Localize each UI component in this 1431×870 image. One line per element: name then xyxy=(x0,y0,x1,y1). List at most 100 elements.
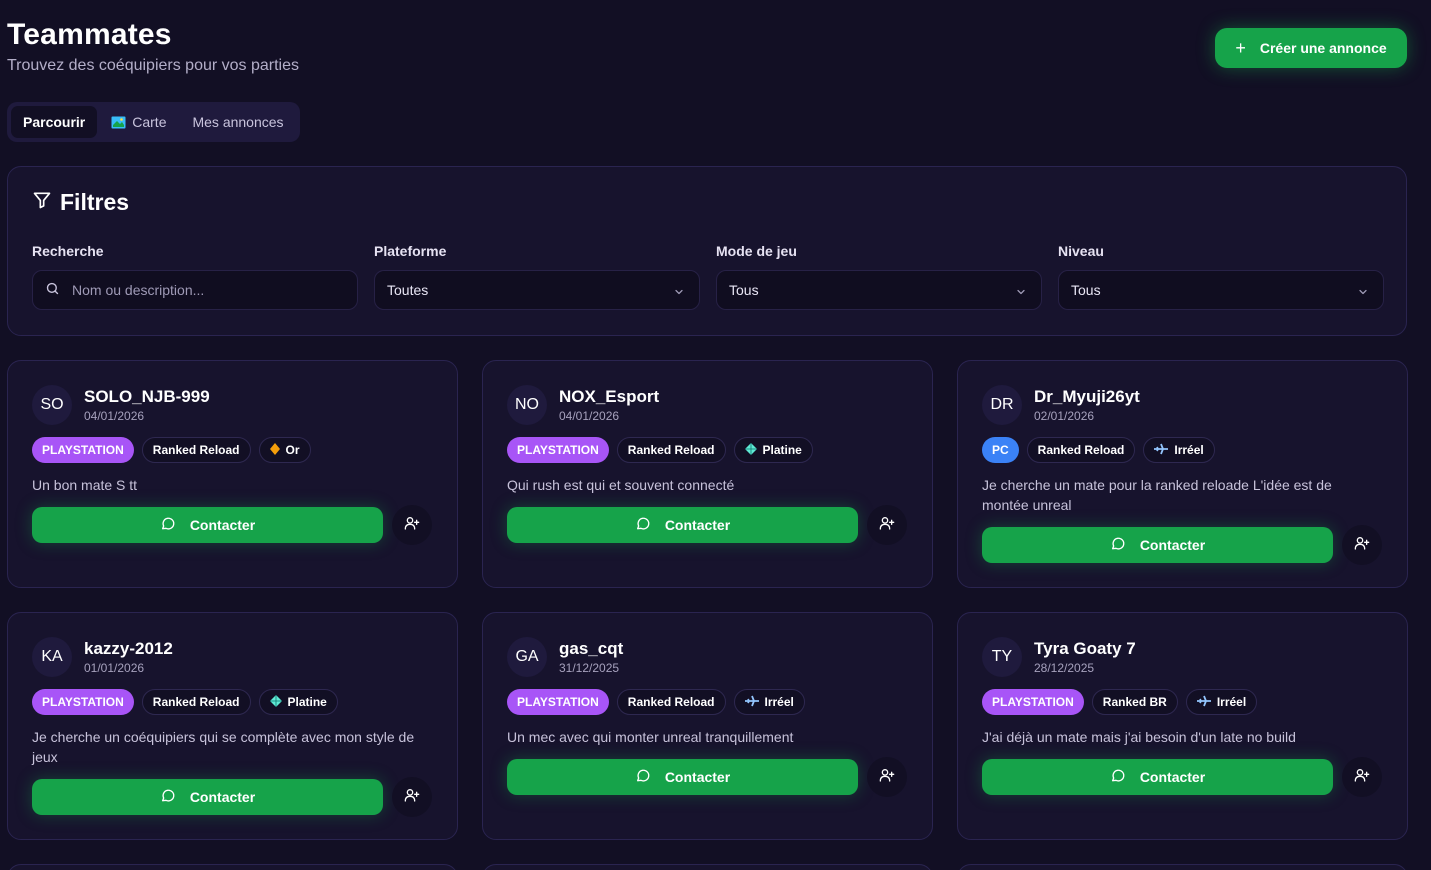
create-listing-label: Créer une annonce xyxy=(1259,40,1387,56)
contact-button[interactable]: Contacter xyxy=(982,527,1333,563)
contact-label: Contacter xyxy=(664,769,731,785)
post-date: 04/01/2026 xyxy=(559,409,620,423)
contact-button[interactable]: Contacter xyxy=(507,759,858,795)
badges: PLAYSTATION Ranked Reload Platine xyxy=(32,689,338,715)
mode-badge: Ranked Reload xyxy=(141,689,251,715)
contact-label: Contacter xyxy=(189,789,256,805)
search-icon xyxy=(45,281,60,299)
add-friend-button[interactable] xyxy=(392,777,432,817)
contact-label: Contacter xyxy=(1139,769,1206,785)
tab-carte[interactable]: Carte xyxy=(99,106,178,138)
post-date: 04/01/2026 xyxy=(84,409,145,423)
page-subtitle: Trouvez des coéquipiers pour vos parties xyxy=(7,57,299,74)
badges: PLAYSTATION Ranked Reload Or xyxy=(32,437,311,463)
contact-button[interactable]: Contacter xyxy=(982,759,1333,795)
gold-diamond-icon xyxy=(269,442,280,458)
chevron-down-icon xyxy=(1357,285,1369,301)
map-icon xyxy=(111,116,126,129)
tab-label: Carte xyxy=(132,114,167,130)
message-icon xyxy=(1110,536,1126,555)
avatar: NO xyxy=(507,385,547,425)
platform-select[interactable]: Toutes xyxy=(374,270,700,310)
teammate-card-partial xyxy=(482,864,933,870)
add-friend-button[interactable] xyxy=(1342,757,1382,797)
platine-diamond-icon xyxy=(269,694,282,710)
mode-badge: Ranked Reload xyxy=(1026,437,1136,463)
message-icon xyxy=(635,768,651,787)
avatar: SO xyxy=(32,385,72,425)
platform-badge: PLAYSTATION xyxy=(32,437,134,463)
view-tabs: Parcourir Carte Mes annonces xyxy=(7,102,300,142)
add-friend-button[interactable] xyxy=(392,505,432,545)
create-listing-button[interactable]: + Créer une annonce xyxy=(1215,28,1407,68)
platform-badge: PLAYSTATION xyxy=(507,689,609,715)
contact-button[interactable]: Contacter xyxy=(507,507,858,543)
teammate-card: DR Dr_Myuji26yt 02/01/2026 PC Ranked Rel… xyxy=(957,360,1408,588)
filter-label: Recherche xyxy=(32,243,104,259)
mode-badge: Ranked Reload xyxy=(616,689,726,715)
page-header: Teammates Trouvez des coéquipiers pour v… xyxy=(7,0,1407,102)
mode-select[interactable]: Tous xyxy=(716,270,1042,310)
mode-badge: Ranked BR xyxy=(1091,689,1178,715)
tab-mes-annonces[interactable]: Mes annonces xyxy=(180,106,295,138)
tab-parcourir[interactable]: Parcourir xyxy=(11,106,98,138)
post-date: 01/01/2026 xyxy=(84,661,145,675)
description: Je cherche un mate pour la ranked reload… xyxy=(982,477,1332,513)
filter-funnel-icon xyxy=(32,190,52,215)
rank-label: Irréel xyxy=(1216,695,1247,709)
search-field xyxy=(32,270,358,310)
contact-label: Contacter xyxy=(189,517,256,533)
rank-label: Platine xyxy=(762,443,802,457)
mode-select-value: Tous xyxy=(729,282,759,298)
filter-label: Mode de jeu xyxy=(716,243,797,259)
platform-badge: PLAYSTATION xyxy=(507,437,609,463)
message-icon xyxy=(160,788,176,807)
platform-select-value: Toutes xyxy=(387,282,429,298)
platform-badge: PC xyxy=(982,437,1019,463)
filter-mode: Mode de jeu Tous xyxy=(716,243,1042,310)
filters-panel: Filtres Recherche Plateforme Toutes xyxy=(7,166,1407,336)
rank-label: Or xyxy=(285,443,300,457)
rank-label: Irréel xyxy=(1174,443,1204,457)
mode-badge: Ranked Reload xyxy=(616,437,726,463)
user-plus-icon xyxy=(879,767,895,788)
chevron-down-icon xyxy=(673,285,685,301)
platform-badge: PLAYSTATION xyxy=(32,689,134,715)
add-friend-button[interactable] xyxy=(867,757,907,797)
message-icon xyxy=(635,516,651,535)
badges: PLAYSTATION Ranked BR Irréel xyxy=(982,689,1258,715)
filter-platform: Plateforme Toutes xyxy=(374,243,700,310)
rank-label: Platine xyxy=(287,695,327,709)
description: J'ai déjà un mate mais j'ai besoin d'un … xyxy=(982,729,1296,745)
avatar: TY xyxy=(982,637,1022,677)
irreel-plane-icon xyxy=(1154,443,1169,458)
description: Qui rush est qui et souvent connecté xyxy=(507,477,735,493)
teammate-card: SO SOLO_NJB-999 04/01/2026 PLAYSTATION R… xyxy=(7,360,458,588)
platform-badge: PLAYSTATION xyxy=(982,689,1084,715)
teammate-card: NO NOX_Esport 04/01/2026 PLAYSTATION Ran… xyxy=(482,360,933,588)
search-input[interactable] xyxy=(72,282,332,298)
teammate-card: GA gas_cqt 31/12/2025 PLAYSTATION Ranked… xyxy=(482,612,933,840)
filter-level: Niveau Tous xyxy=(1058,243,1384,310)
level-select[interactable]: Tous xyxy=(1058,270,1384,310)
filters-title: Filtres xyxy=(60,189,130,215)
contact-button[interactable]: Contacter xyxy=(32,779,383,815)
irreel-plane-icon xyxy=(744,695,759,710)
filter-search: Recherche xyxy=(32,243,358,310)
contact-button[interactable]: Contacter xyxy=(32,507,383,543)
username: Tyra Goaty 7 xyxy=(1034,639,1136,658)
tab-label: Parcourir xyxy=(23,114,86,130)
username: Dr_Myuji26yt xyxy=(1034,387,1140,406)
user-plus-icon xyxy=(404,787,420,808)
add-friend-button[interactable] xyxy=(1342,525,1382,565)
description: Un bon mate S tt xyxy=(32,477,138,493)
rank-badge: Or xyxy=(258,437,311,463)
user-plus-icon xyxy=(404,515,420,536)
badges: PC Ranked Reload Irréel xyxy=(982,437,1215,463)
add-friend-button[interactable] xyxy=(867,505,907,545)
post-date: 28/12/2025 xyxy=(1034,661,1095,675)
user-plus-icon xyxy=(879,515,895,536)
avatar: KA xyxy=(32,637,72,677)
user-plus-icon xyxy=(1354,535,1370,556)
mode-badge: Ranked Reload xyxy=(141,437,251,463)
